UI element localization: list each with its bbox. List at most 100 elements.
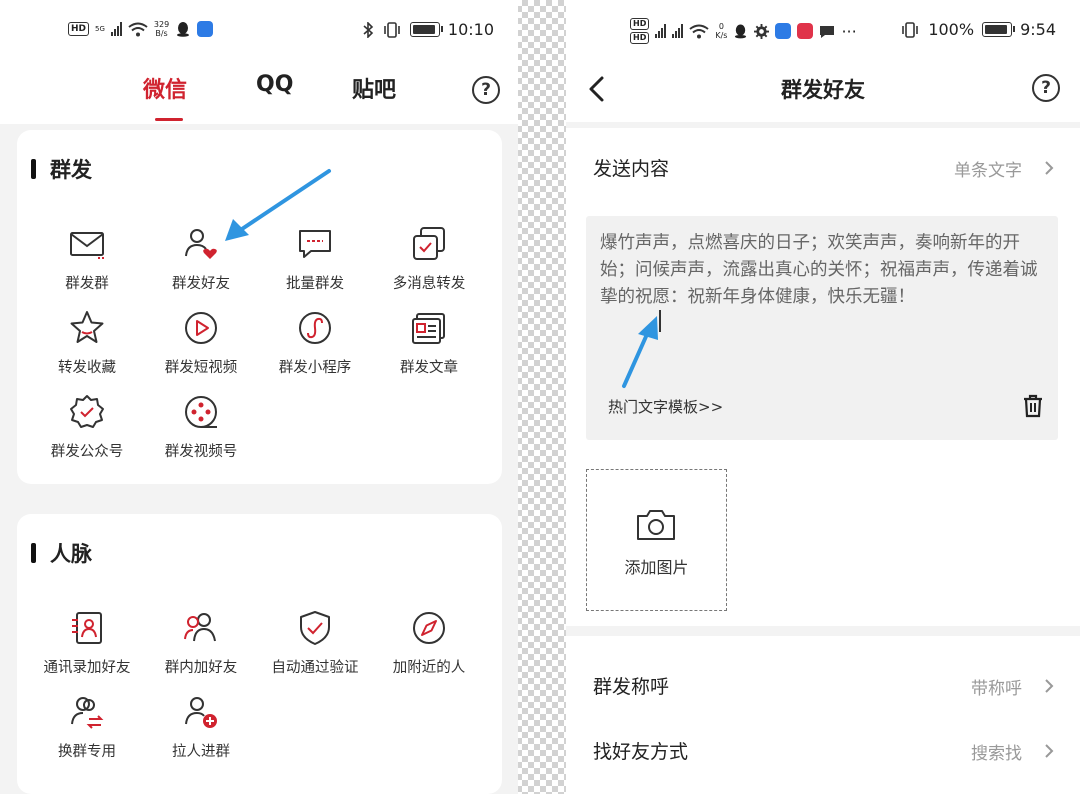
help-icon[interactable]: ? <box>1032 74 1060 102</box>
page-header: 群发好友 ? <box>566 60 1080 122</box>
message-text: 爆竹声声，点燃喜庆的日子；欢笑声声，奏响新年的开始；问候声声，流露出真心的关怀；… <box>600 233 1038 307</box>
grid-item-label: 通讯录加好友 <box>43 660 131 676</box>
grid-item-mass-send-video-channel[interactable]: 群发视频号 <box>144 392 258 461</box>
qq-icon <box>735 24 747 39</box>
grid-item-invite-to-group[interactable]: 拉人进群 <box>144 692 258 761</box>
grid-item-label: 批量群发 <box>286 276 344 292</box>
section-title: 群发 <box>31 154 92 184</box>
add-user-icon <box>185 697 217 728</box>
grid-item-label: 换群专用 <box>58 744 116 760</box>
help-icon[interactable]: ? <box>472 76 500 104</box>
grid-item-mass-send-short-video[interactable]: 群发短视频 <box>144 308 258 377</box>
camera-icon <box>637 510 675 540</box>
grid-item-add-from-contacts[interactable]: 通讯录加好友 <box>30 608 144 677</box>
app-notification-icon <box>775 23 792 39</box>
grid-item-mass-send-group[interactable]: 群发群 <box>30 224 144 293</box>
grid-item-label: 多消息转发 <box>392 276 466 292</box>
swap-users-icon <box>71 697 104 729</box>
active-tab-indicator <box>155 118 183 121</box>
contacts-card: 人脉 通讯录加好友 群内加好友 自动通过验证 加附近的人 换群专用 拉人进群 <box>17 514 502 794</box>
trash-icon[interactable] <box>1022 394 1044 418</box>
grid-item-label: 加附近的人 <box>392 660 466 676</box>
find-method-label: 找好友方式 <box>593 741 689 763</box>
grid-item-label: 群发小程序 <box>278 360 352 376</box>
send-content-type-selector[interactable]: 单条文字 <box>954 156 1022 181</box>
battery-icon <box>982 22 1016 37</box>
hot-template-link[interactable]: 热门文字模板>> <box>608 396 723 417</box>
send-content-label: 发送内容 <box>593 158 670 180</box>
page-title: 群发好友 <box>781 78 865 102</box>
grid-item-label: 群发文章 <box>400 360 458 376</box>
compass-icon <box>413 612 445 644</box>
article-icon <box>412 313 445 344</box>
wifi-icon <box>128 22 148 36</box>
options-section: 群发称呼 带称呼 找好友方式 搜索找 <box>566 636 1080 794</box>
group-users-icon <box>184 613 216 642</box>
grid-item-mass-send-official-account[interactable]: 群发公众号 <box>30 392 144 461</box>
video-channel-icon <box>185 396 217 428</box>
grid-item-mass-send-article[interactable]: 群发文章 <box>372 308 486 377</box>
wifi-icon <box>689 24 709 38</box>
status-bar: HD HD 0 K/s ··· 100% 9:54 <box>566 0 1080 60</box>
status-bar: HD 5G 329 B/s 10:10 <box>0 0 518 60</box>
forward-stack-icon <box>413 227 445 260</box>
app-notification-icon <box>797 23 814 39</box>
vibrate-icon <box>384 21 400 38</box>
mail-icon <box>70 232 104 259</box>
battery-percent: 100% <box>928 20 975 39</box>
mini-program-icon <box>299 312 331 344</box>
grid-item-label: 转发收藏 <box>58 360 116 376</box>
message-icon <box>820 25 835 38</box>
badge-check-icon <box>70 395 104 428</box>
net-speed: 329 B/s <box>153 20 170 38</box>
clock: 9:54 <box>1020 20 1056 39</box>
qq-icon <box>177 22 190 37</box>
platform-tabs: 微信 QQ 贴吧 ? <box>0 60 518 124</box>
grid-item-swap-group[interactable]: 换群专用 <box>30 692 144 761</box>
chevron-right-icon <box>1045 744 1054 758</box>
add-image-button[interactable]: 添加图片 <box>586 469 727 611</box>
grid-item-add-in-group[interactable]: 群内加好友 <box>144 608 258 677</box>
grid-item-mass-send-friends[interactable]: 群发好友 <box>144 224 258 293</box>
friend-heart-icon <box>185 229 217 259</box>
5g-label: 5G <box>95 24 105 33</box>
left-screen: HD 5G 329 B/s 10:10 微信 QQ 贴吧 ? 群发 群发群 群发… <box>0 0 518 794</box>
right-screen: HD HD 0 K/s ··· 100% 9:54 群发好友 ? 发送内容 单条文字 <box>566 0 1080 794</box>
bluetooth-icon <box>363 21 374 38</box>
chevron-right-icon <box>1045 161 1054 175</box>
chevron-right-icon <box>1045 679 1054 693</box>
grid-item-auto-accept[interactable]: 自动通过验证 <box>258 608 372 677</box>
grid-item-label: 群发好友 <box>172 276 230 292</box>
vibrate-icon <box>902 21 919 38</box>
grid-item-label: 群发视频号 <box>164 444 238 460</box>
grid-item-label: 群内加好友 <box>164 660 238 676</box>
grid-item-label: 拉人进群 <box>172 744 230 760</box>
message-textarea[interactable]: 爆竹声声，点燃喜庆的日子；欢笑声声，奏响新年的开始；问候声声，流露出真心的关怀；… <box>586 216 1058 440</box>
grid-item-batch-send[interactable]: 批量群发 <box>258 224 372 293</box>
signal-icon <box>672 24 684 38</box>
more-notifications-icon: ··· <box>841 21 857 41</box>
tab-qq[interactable]: QQ <box>256 72 293 97</box>
grid-item-add-nearby[interactable]: 加附近的人 <box>372 608 486 677</box>
tab-wechat[interactable]: 微信 <box>143 72 187 104</box>
dual-sim-hd-icon: HD HD <box>630 18 650 44</box>
grid-item-label: 群发公众号 <box>50 444 124 460</box>
grid-item-label: 群发群 <box>65 276 109 292</box>
salutation-value: 带称呼 <box>971 679 1022 699</box>
battery-icon <box>409 22 443 37</box>
grid-item-forward-favorites[interactable]: 转发收藏 <box>30 308 144 377</box>
net-speed: 0 K/s <box>715 22 728 40</box>
grid-item-mass-send-mini-program[interactable]: 群发小程序 <box>258 308 372 377</box>
star-icon <box>70 311 104 343</box>
add-image-label: 添加图片 <box>624 558 689 577</box>
tab-tieba[interactable]: 贴吧 <box>352 72 396 104</box>
grid-item-multi-forward[interactable]: 多消息转发 <box>372 224 486 293</box>
hd-icon: HD <box>68 22 90 36</box>
grid-item-label: 自动通过验证 <box>271 660 359 676</box>
grid-item-label: 群发短视频 <box>164 360 238 376</box>
clock: 10:10 <box>447 20 494 39</box>
mass-send-card: 群发 群发群 群发好友 批量群发 多消息转发 转发收藏 群发短视频 群发小程序 <box>17 130 502 484</box>
section-title: 人脉 <box>31 538 92 568</box>
app-notification-icon <box>197 21 214 37</box>
find-method-value: 搜索找 <box>971 744 1022 764</box>
